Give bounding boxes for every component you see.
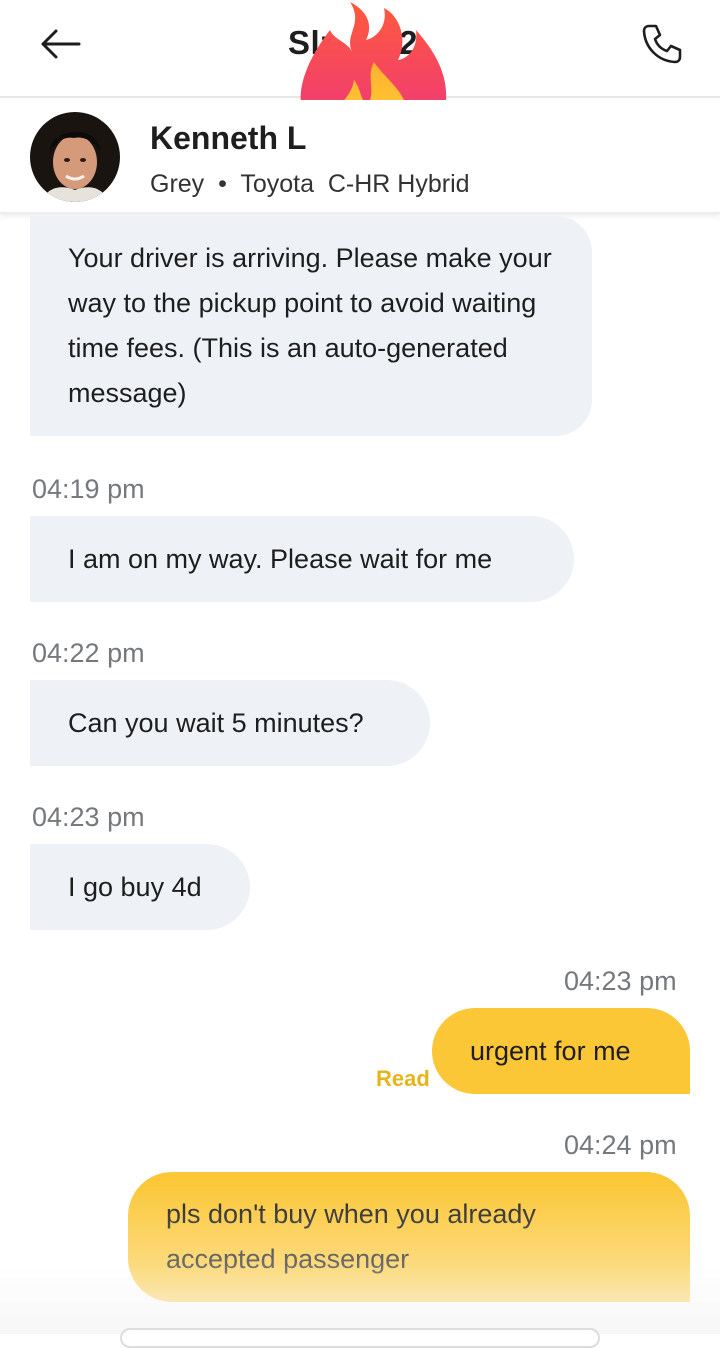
vehicle-description: Grey • Toyota C-HR Hybrid [150, 170, 470, 199]
message-timestamp: 04:19 pm [32, 474, 145, 504]
phone-icon [642, 24, 682, 64]
driver-photo [30, 112, 120, 202]
read-status: Read [376, 1066, 430, 1091]
message-text: urgent for me [470, 1035, 631, 1066]
message-text: I am on my way. Please wait for me [68, 543, 493, 574]
message-bubble-incoming[interactable]: Can you wait 5 minutes? [30, 680, 430, 766]
separator-dot: • [218, 170, 227, 198]
driver-name: Kenneth L [150, 120, 307, 156]
message-bubble-outgoing[interactable]: pls don't buy when you already accepted … [128, 1172, 690, 1302]
driver-avatar[interactable] [30, 112, 120, 202]
message-timestamp: 04:23 pm [564, 966, 677, 996]
message-text: I go buy 4d [68, 871, 202, 902]
message-input-bar[interactable] [120, 1328, 600, 1348]
message-timestamp: 04:23 pm [32, 802, 145, 832]
message-timestamp: 04:22 pm [32, 638, 145, 668]
message-text: pls don't buy when you already accepted … [166, 1199, 536, 1274]
vehicle-color: Grey [150, 170, 205, 198]
message-bubble-outgoing[interactable]: urgent for me [432, 1008, 690, 1094]
message-bubble-incoming[interactable]: I am on my way. Please wait for me [30, 516, 574, 602]
message-text: Can you wait 5 minutes? [68, 707, 364, 738]
message-bubble-incoming[interactable]: Your driver is arriving. Please make you… [30, 216, 592, 436]
message-timestamp: 04:24 pm [564, 1130, 677, 1160]
message-text: Your driver is arriving. Please make you… [68, 243, 552, 408]
message-bubble-incoming[interactable]: I go buy 4d [30, 844, 250, 930]
call-button[interactable] [634, 20, 690, 68]
driver-info-bar: Kenneth L Grey • Toyota C-HR Hybrid [0, 100, 720, 214]
vehicle-model: Toyota C-HR Hybrid [240, 170, 470, 198]
